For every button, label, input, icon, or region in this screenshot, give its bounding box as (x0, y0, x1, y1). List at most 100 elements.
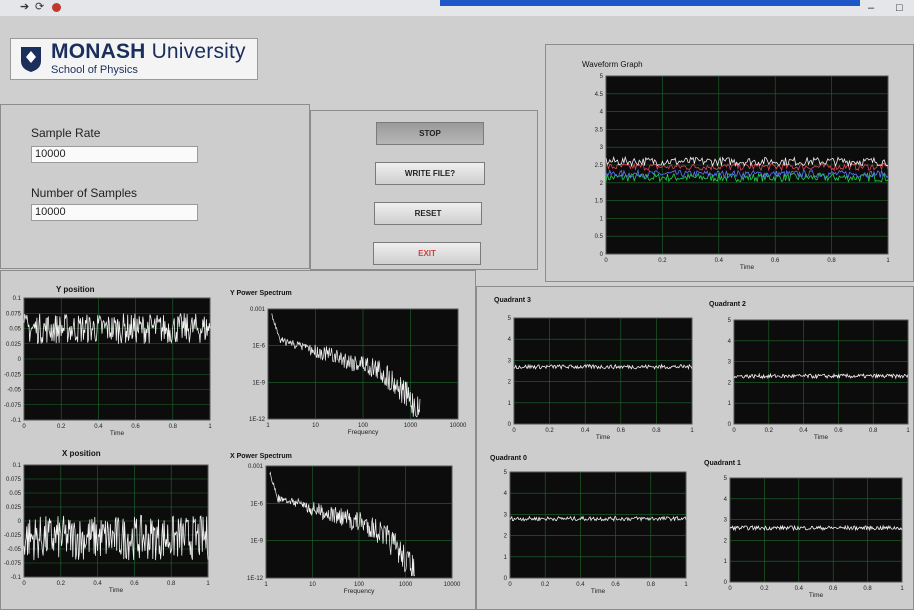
quadrant_2-ytick: 0 (728, 422, 732, 428)
y_position-ytick: -0.025 (4, 372, 22, 378)
quadrant_0-ytick: 0 (504, 576, 508, 582)
waveform-xtick: 1 (886, 258, 890, 264)
quadrant_2-ytick: 1 (728, 401, 732, 407)
y_position-ytick: 0.05 (9, 327, 21, 333)
quadrant_1-ytick: 3 (724, 518, 728, 524)
waveform-ytick: 3 (600, 145, 604, 151)
quadrant_3-ytick: 4 (508, 337, 512, 343)
y_power_spectrum-ytick: 1E-6 (252, 344, 265, 350)
y_power_spectrum-ytick: 0.001 (250, 307, 266, 313)
waveform-ytick: 0 (600, 252, 604, 258)
waveform-xtick: 0.8 (827, 258, 836, 264)
quadrant_1-ytick: 1 (724, 559, 728, 565)
quadrant_3-xtick: 0.4 (581, 428, 590, 434)
x_position-ytick: -0.1 (11, 575, 22, 581)
x_position-xtick: 0.8 (167, 581, 176, 587)
x_position-ytick: -0.05 (7, 547, 21, 553)
plots-layer: 54.543.532.521.510.500 0.2 0.4 0.6 0.8 1Time0… (4, 74, 911, 599)
y_power_spectrum-ytick: 1E-9 (252, 380, 265, 386)
waveform-ytick: 4 (600, 110, 604, 116)
waveform-graph: 5 4.5 4 3.5 3 2.5 2 1.5 1 0.5 00 0.2 0.4 0.6 0.8 1 Time (595, 74, 891, 271)
x_position-xtick: 0.6 (130, 581, 139, 587)
quadrant_0-graph: 5 4 3 2 1 00 0.2 0.4 0.6 0.8 1 Time (504, 470, 689, 595)
y_power_spectrum-graph: 0.0011E-61E-91E-121 10 100 1000 10000Frequen… (249, 307, 467, 436)
x_power_spectrum-xtick: 1 (264, 582, 268, 588)
quadrant_0-ytick: 2 (504, 534, 508, 540)
x_position-xtick: 0.2 (57, 581, 66, 587)
quadrant_2-xtick: 0 (732, 428, 736, 434)
waveform-xlabel: Time (740, 264, 755, 271)
quadrant_3-xlabel: Time (596, 434, 611, 441)
quadrant_0-xtick: 0.6 (611, 582, 620, 588)
y_power_spectrum-xtick: 1000 (404, 423, 418, 429)
quadrant_2-xlabel: Time (814, 434, 829, 441)
quadrant_0-ytick: 3 (504, 512, 508, 518)
quadrant_0-xtick: 0.4 (576, 582, 585, 588)
waveform-ytick: 5 (600, 74, 604, 80)
quadrant_1-xtick: 0.8 (863, 586, 872, 592)
quadrant_3-plot-area (513, 317, 693, 425)
quadrant_2-plot-area (733, 319, 909, 425)
quadrant_0-xtick: 0.2 (541, 582, 550, 588)
quadrant_1-graph: 5 4 3 2 1 00 0.2 0.4 0.6 0.8 1 Time (724, 476, 905, 599)
y_position-ytick: -0.1 (11, 418, 22, 424)
quadrant_1-xtick: 1 (900, 586, 904, 592)
quadrant_0-xlabel: Time (591, 588, 606, 595)
quadrant_1-ytick: 0 (724, 580, 728, 586)
waveform-xtick: 0.6 (771, 258, 780, 264)
quadrant_2-ytick: 2 (728, 380, 732, 386)
y_position-xlabel: Time (110, 430, 125, 437)
x_power_spectrum-graph: 0.0011E-61E-91E-121 10 100 1000 10000Frequen… (247, 464, 461, 595)
quadrant_0-plot-area (509, 471, 687, 579)
waveform-ytick: 1.5 (595, 199, 604, 205)
x_position-xtick: 0.4 (93, 581, 102, 587)
y_position-xtick: 0.4 (94, 424, 103, 430)
y_position-ytick: 0.1 (13, 296, 22, 302)
quadrant_0-xtick: 0.8 (647, 582, 656, 588)
y_position-graph: 0.10.0750.050.0250-0.025-0.05-0.075-0.10… (4, 296, 212, 437)
y_power_spectrum-xtick: 1 (266, 423, 270, 429)
quadrant_1-xtick: 0 (728, 586, 732, 592)
x_position-ytick: -0.075 (4, 561, 22, 567)
y_position-xtick: 1 (208, 424, 212, 430)
y_position-ytick: 0 (18, 357, 22, 363)
x_position-graph: 0.10.0750.050.0250-0.025-0.05-0.075-0.10… (4, 463, 210, 594)
quadrant_2-ytick: 5 (728, 318, 732, 324)
quadrant_0-ytick: 5 (504, 470, 508, 476)
y_power_spectrum-xlabel: Frequency (348, 429, 379, 436)
waveform-xtick: 0 (604, 258, 608, 264)
y_position-ytick: -0.075 (4, 403, 22, 409)
y_position-ytick: -0.05 (7, 388, 21, 394)
x_position-ytick: 0.075 (6, 477, 22, 483)
x_power_spectrum-ytick: 1E-9 (250, 539, 263, 545)
y_position-ytick: 0.075 (6, 311, 22, 317)
x_power_spectrum-xlabel: Frequency (344, 588, 375, 595)
y_position-xtick: 0.8 (169, 424, 178, 430)
quadrant_3-graph: 5 4 3 2 1 00 0.2 0.4 0.6 0.8 1 Time (508, 316, 695, 441)
quadrant_3-xtick: 0.8 (652, 428, 661, 434)
quadrant_0-xtick: 0 (508, 582, 512, 588)
x_position-xtick: 1 (206, 581, 210, 587)
waveform-ytick: 2.5 (595, 163, 604, 169)
x_power_spectrum-xtick: 10 (309, 582, 316, 588)
quadrant_3-ytick: 0 (508, 422, 512, 428)
quadrant_3-ytick: 1 (508, 401, 512, 407)
y_power_spectrum-xtick: 10 (312, 423, 319, 429)
waveform-ytick: 1 (600, 216, 604, 222)
quadrant_3-ytick: 2 (508, 380, 512, 386)
x_position-ytick: 0.025 (6, 505, 22, 511)
x_power_spectrum-ytick: 1E-6 (250, 501, 263, 507)
y_power_spectrum-ytick: 1E-12 (249, 417, 266, 423)
quadrant_2-xtick: 0.4 (799, 428, 808, 434)
waveform-ytick: 3.5 (595, 127, 604, 133)
quadrant_3-xtick: 0.6 (617, 428, 626, 434)
quadrant_2-graph: 5 4 3 2 1 00 0.2 0.4 0.6 0.8 1 Time (728, 318, 911, 441)
quadrant_2-xtick: 1 (906, 428, 910, 434)
waveform-ytick: 4.5 (595, 92, 604, 98)
quadrant_0-ytick: 1 (504, 555, 508, 561)
x_power_spectrum-ytick: 0.001 (248, 464, 264, 470)
y_position-xtick: 0.6 (131, 424, 140, 430)
waveform-ytick: 2 (600, 181, 604, 187)
quadrant_1-ytick: 2 (724, 538, 728, 544)
x_power_spectrum-ytick: 1E-12 (247, 576, 264, 582)
